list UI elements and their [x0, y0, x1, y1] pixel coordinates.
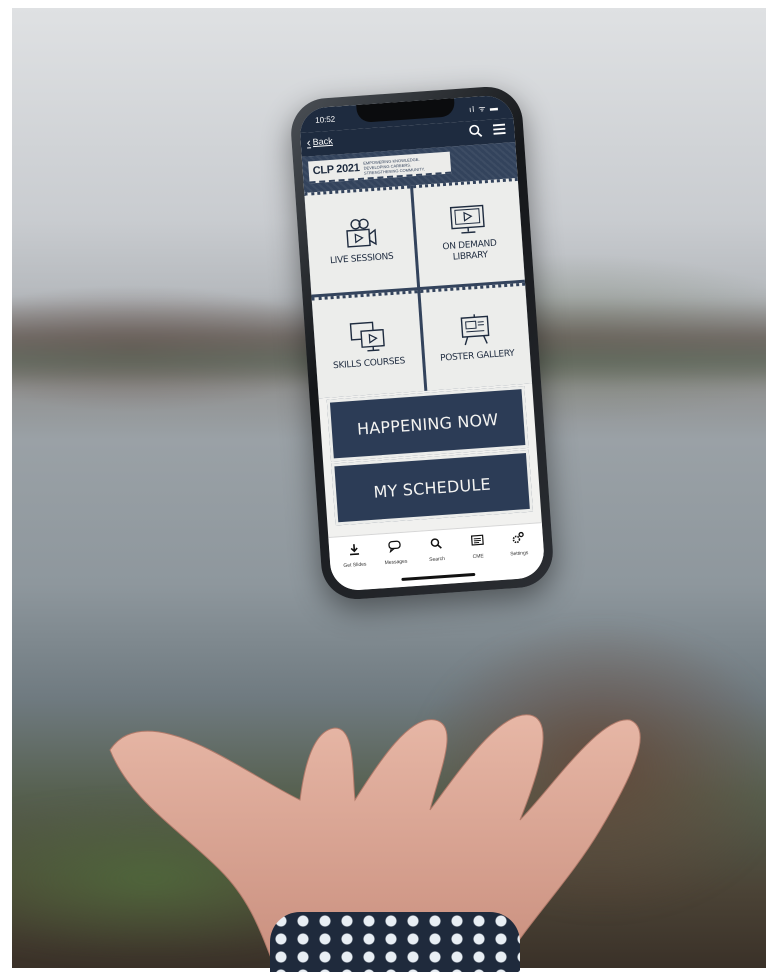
tile-label: ON DEMAND LIBRARY — [434, 238, 505, 265]
back-label: Back — [312, 136, 333, 147]
back-button[interactable]: ‹ Back — [306, 135, 333, 149]
banner-title: CLP 2021 — [312, 162, 360, 177]
video-camera-icon — [342, 217, 378, 249]
tab-get-slides[interactable]: Get Slides — [333, 541, 375, 570]
certificate-icon — [470, 533, 484, 552]
tab-search[interactable]: Search — [416, 535, 458, 564]
tile-label: SKILLS COURSES — [333, 356, 406, 372]
download-icon — [347, 542, 360, 561]
signal-wifi-battery-icon: ıl ᯤ ▬ — [469, 102, 499, 115]
tab-label: Settings — [510, 550, 528, 557]
patterned-sleeve-cuff — [270, 912, 520, 972]
tab-cme[interactable]: CME — [457, 532, 499, 561]
tile-poster-gallery[interactable]: POSTER GALLERY — [420, 282, 532, 391]
search-icon — [430, 536, 443, 555]
tab-settings[interactable]: Settings — [498, 529, 540, 558]
screens-play-icon — [348, 320, 386, 354]
app-screen: 10:52 ıl ᯤ ▬ ‹ Back CLP 2021 Empowering … — [298, 94, 545, 592]
chat-icon — [388, 539, 402, 558]
status-time: 10:52 — [315, 115, 336, 125]
tile-live-sessions[interactable]: LIVE SESSIONS — [304, 185, 416, 294]
tab-label: Search — [429, 556, 445, 563]
monitor-play-icon — [448, 203, 488, 236]
banner-tagline: Empowering Knowledge. Developing Careers… — [363, 156, 428, 175]
tab-label: Messages — [384, 559, 407, 567]
easel-poster-icon — [457, 312, 493, 346]
search-icon[interactable] — [468, 123, 483, 138]
chevron-left-icon: ‹ — [306, 136, 311, 148]
tab-messages[interactable]: Messages — [374, 538, 416, 567]
tile-label: LIVE SESSIONS — [330, 252, 394, 267]
tile-on-demand-library[interactable]: ON DEMAND LIBRARY — [412, 178, 524, 287]
my-schedule-button[interactable]: MY SCHEDULE — [331, 450, 533, 526]
tile-skills-courses[interactable]: SKILLS COURSES — [312, 290, 424, 399]
gear-icon — [511, 530, 525, 549]
tab-label: CME — [472, 553, 484, 560]
tab-label: Get Slides — [343, 561, 366, 569]
home-indicator[interactable] — [401, 573, 475, 581]
tile-label: POSTER GALLERY — [440, 349, 515, 365]
phone: 10:52 ıl ᯤ ▬ ‹ Back CLP 2021 Empowering … — [289, 85, 555, 602]
tile-grid: LIVE SESSIONS ON DEMAND LIBRARY — [304, 178, 532, 398]
menu-icon[interactable] — [492, 122, 507, 137]
banner-card: CLP 2021 Empowering Knowledge. Developin… — [308, 152, 451, 184]
happening-now-button[interactable]: HAPPENING NOW — [327, 386, 529, 462]
